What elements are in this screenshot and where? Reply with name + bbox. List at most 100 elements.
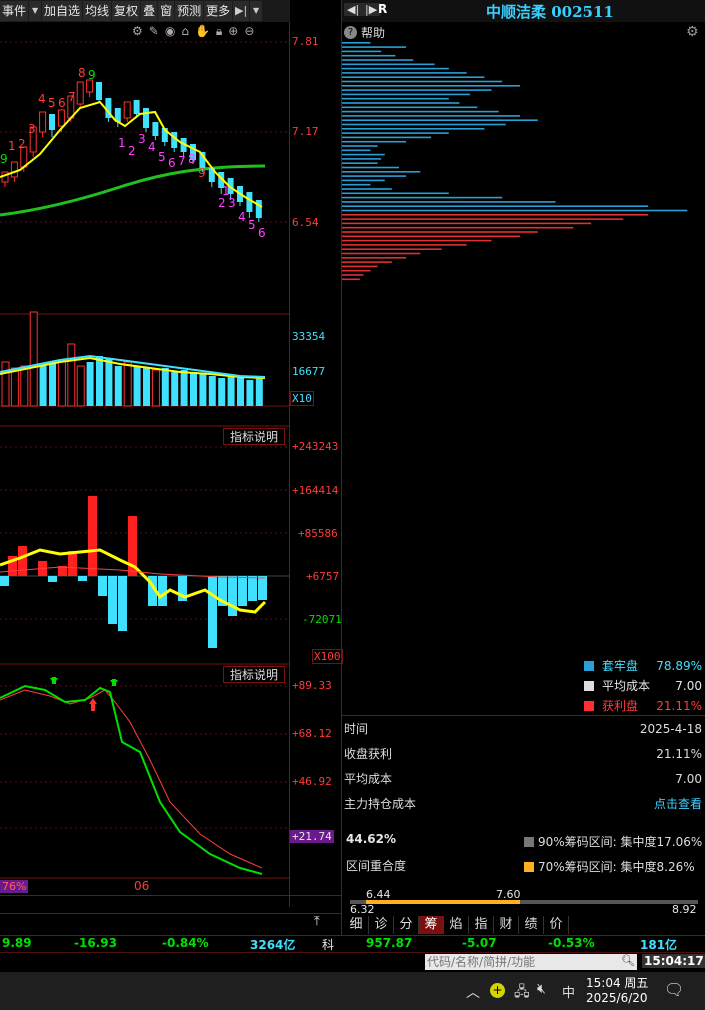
- toolbar-add-watch-button[interactable]: 加自选: [42, 1, 83, 21]
- help-link[interactable]: ? 帮助: [344, 24, 385, 40]
- tab-item[interactable]: 焰: [444, 916, 469, 934]
- td-count-label: 7: [68, 90, 76, 104]
- volume-bar: [218, 378, 226, 406]
- chip-bar: [342, 46, 407, 48]
- chip-bar: [342, 257, 407, 259]
- indicator-help-button[interactable]: 指标说明: [223, 666, 286, 683]
- td-count-label: 2: [18, 137, 26, 151]
- ind1-bar: [78, 576, 87, 581]
- chip-legend: 套牢盘 78.89% 平均成本 7.00 获利盘 21.11%: [580, 657, 704, 717]
- price-axis-label: 6.54: [292, 216, 319, 229]
- volume-bar: [96, 356, 103, 406]
- cursor-value-label: 76%: [0, 880, 29, 893]
- ind1-bar: [228, 576, 237, 616]
- toolbar-forecast-button[interactable]: 预测: [175, 1, 204, 21]
- ticker-value: 9.89: [2, 936, 32, 950]
- search-icon[interactable]: 🔍︎: [621, 954, 635, 967]
- volume-bar: [246, 380, 254, 406]
- chip-bar: [342, 115, 520, 117]
- info-row[interactable]: 主力持仓成本 点击查看: [344, 793, 704, 815]
- tab-item[interactable]: 财: [494, 916, 519, 934]
- chip-bar: [342, 149, 371, 152]
- mute-icon[interactable]: 🔇︎: [537, 981, 546, 997]
- ind1-axis-label: +6757: [306, 570, 340, 583]
- search-box[interactable]: 🔍︎: [425, 954, 637, 970]
- chip-bar: [342, 136, 431, 139]
- stock-code: 002511: [551, 3, 614, 21]
- divider: [0, 952, 705, 953]
- info-row: 平均成本 7.00: [344, 768, 704, 790]
- chevron-down-icon[interactable]: ▼: [29, 1, 42, 21]
- chip-bar: [342, 63, 435, 66]
- info-label: 平均成本: [344, 772, 393, 786]
- tab-item[interactable]: 指: [469, 916, 494, 934]
- chip-bar: [342, 188, 392, 190]
- td-count-label: 6: [58, 96, 66, 110]
- notification-icon[interactable]: 🗨︎: [664, 980, 684, 999]
- help-label: 帮助: [361, 25, 386, 40]
- tab-item[interactable]: 绩: [519, 916, 544, 934]
- volume-bar: [49, 362, 56, 406]
- chip-bar: [342, 119, 538, 121]
- ind1-bar: [48, 576, 57, 582]
- taskbar-time[interactable]: 15:04 周五: [586, 974, 648, 991]
- app-window: 事件 ▼ 加自选 均线 复权 叠 窗 预测 更多 ▶| ▼ ⚙ ✎ ◉ ⌂ ✋ …: [0, 0, 705, 1010]
- ind1-bar: [88, 496, 97, 576]
- ind1-bar: [118, 576, 127, 631]
- volume-bar: [123, 361, 132, 407]
- chevron-down-icon[interactable]: ▼: [250, 1, 263, 21]
- ticker-market[interactable]: 科: [322, 936, 334, 953]
- ticker-amount: 3264亿: [250, 938, 296, 952]
- chip-bar: [342, 72, 467, 74]
- legend-value: 78.89%: [656, 659, 702, 673]
- td-count-label: 5: [248, 218, 256, 232]
- chip-bar: [342, 226, 574, 229]
- chip-bar: [342, 175, 407, 177]
- chip-bar: [342, 162, 378, 164]
- toolbar-ma-button[interactable]: 均线: [83, 1, 112, 21]
- tab-item[interactable]: 细: [344, 916, 369, 934]
- toolbar-overlay-button[interactable]: 叠: [141, 1, 158, 21]
- taskbar-date[interactable]: 2025/6/20: [586, 991, 648, 1005]
- prev-stock-icon[interactable]: ◀|: [344, 3, 363, 16]
- chip-bar: [342, 218, 624, 220]
- info-value[interactable]: 点击查看: [654, 793, 702, 815]
- ind1-axis-label: +85586: [298, 527, 338, 540]
- toolbar-window-button[interactable]: 窗: [158, 1, 175, 21]
- toolbar-adjust-button[interactable]: 复权: [112, 1, 141, 21]
- chip-bar: [342, 171, 421, 173]
- tab-item[interactable]: 价: [544, 916, 569, 934]
- app-tray-icon[interactable]: +: [490, 983, 505, 998]
- chip-bar: [342, 42, 371, 44]
- legend-swatch: [584, 661, 594, 671]
- skip-end-icon[interactable]: ▶|: [233, 1, 250, 21]
- chip-bar: [342, 145, 378, 147]
- volume-bar: [199, 374, 207, 406]
- legend-swatch: [584, 681, 594, 691]
- chip-bar: [342, 59, 414, 61]
- chip-bar: [342, 153, 385, 156]
- search-input[interactable]: [425, 954, 615, 970]
- tab-item[interactable]: 分: [394, 916, 419, 934]
- volume-axis-label: 16677: [292, 365, 326, 378]
- network-icon[interactable]: 🖧︎: [514, 981, 530, 1005]
- td-count-label: 2: [128, 144, 136, 158]
- td-count-label: 2: [218, 196, 226, 210]
- ticker-change-pct: -0.53%: [548, 936, 595, 950]
- td-count-label: 7: [178, 154, 186, 168]
- scroll-top-icon[interactable]: ⤒: [314, 914, 320, 929]
- indicator-help-button[interactable]: 指标说明: [223, 428, 286, 445]
- legend-swatch: [584, 701, 594, 711]
- ind1-scale-label: X100: [312, 649, 343, 664]
- gear-icon[interactable]: ⚙: [686, 24, 699, 40]
- toolbar-more-button[interactable]: 更多: [204, 1, 233, 21]
- tab-item[interactable]: 诊: [369, 916, 394, 934]
- chevron-up-icon[interactable]: ︿: [466, 982, 480, 1002]
- tab-item[interactable]: 筹: [419, 916, 444, 934]
- buy-arrow-icon: [89, 698, 97, 704]
- ind1-axis-label: +164414: [292, 484, 339, 497]
- ime-indicator[interactable]: 中: [562, 982, 575, 1001]
- ind1-axis-label: +243243: [292, 440, 339, 453]
- volume-bar: [39, 366, 47, 406]
- toolbar-event-button[interactable]: 事件: [0, 1, 29, 21]
